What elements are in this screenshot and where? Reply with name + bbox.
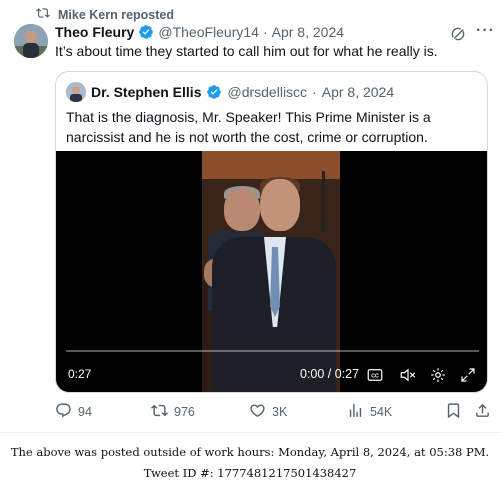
quoted-tweet[interactable]: Dr. Stephen Ellis @drsdelliscc · Apr 8, … <box>55 71 488 393</box>
heart-icon <box>249 402 266 422</box>
tweet-id-note: Tweet ID #: 1777481217501438427 <box>143 466 357 480</box>
views-chart-icon <box>347 402 364 422</box>
avatar[interactable] <box>14 24 48 58</box>
bookmark-icon <box>445 402 462 422</box>
tweet-actions: 94 976 3K 54K <box>55 402 491 422</box>
quoted-separator: · <box>312 84 317 100</box>
author-name[interactable]: Theo Fleury <box>55 24 134 40</box>
quoted-tweet-text: That is the diagnosis, Mr. Speaker! This… <box>66 109 431 145</box>
more-options-icon[interactable]: ··· <box>476 22 495 40</box>
video-frame <box>202 151 340 392</box>
repost-indicator[interactable]: Mike Kern reposted <box>36 6 174 23</box>
tweet-date[interactable]: Apr 8, 2024 <box>272 24 344 40</box>
share-icon <box>474 402 491 422</box>
repost-label: Mike Kern reposted <box>58 7 175 22</box>
divider <box>0 432 500 433</box>
quoted-author-handle[interactable]: @drsdelliscc <box>227 84 307 100</box>
mute-icon[interactable] <box>399 366 417 384</box>
quoted-tweet-header: Dr. Stephen Ellis @drsdelliscc · Apr 8, … <box>66 82 394 102</box>
repost-count: 976 <box>174 405 195 419</box>
tweet-header: Theo Fleury @TheoFleury14 · Apr 8, 2024 <box>55 24 344 40</box>
share-button[interactable] <box>474 402 491 422</box>
verified-badge-icon <box>138 24 154 40</box>
reply-button[interactable]: 94 <box>55 402 92 422</box>
captions-icon[interactable]: CC <box>366 366 384 384</box>
grok-icon[interactable] <box>449 25 467 43</box>
work-hours-note: The above was posted outside of work hou… <box>10 445 490 459</box>
like-count: 3K <box>272 405 288 419</box>
views-count: 54K <box>370 405 393 419</box>
video-progress-bar[interactable] <box>66 350 479 352</box>
author-handle[interactable]: @TheoFleury14 <box>158 24 259 40</box>
views-button[interactable]: 54K <box>347 402 392 422</box>
fullscreen-icon[interactable] <box>459 366 477 384</box>
repost-button[interactable]: 976 <box>151 402 195 422</box>
separator: · <box>262 24 268 40</box>
video-player[interactable]: 0:27 0:00 / 0:27 CC <box>56 151 487 392</box>
reply-icon <box>55 402 72 422</box>
tweet-text: It’s about time they started to call him… <box>55 43 438 59</box>
quoted-verified-badge-icon <box>206 84 222 100</box>
repost-icon <box>36 6 50 23</box>
video-time-display: 0:00 / 0:27 <box>300 367 360 381</box>
quoted-author-name[interactable]: Dr. Stephen Ellis <box>91 84 201 100</box>
bookmark-button[interactable] <box>445 402 462 422</box>
quoted-tweet-date[interactable]: Apr 8, 2024 <box>322 84 394 100</box>
video-time-remaining: 0:27 <box>68 367 92 381</box>
settings-gear-icon[interactable] <box>429 366 447 384</box>
reply-count: 94 <box>78 405 92 419</box>
like-button[interactable]: 3K <box>249 402 287 422</box>
repost-action-icon <box>151 402 168 422</box>
quoted-avatar <box>66 82 86 102</box>
svg-text:CC: CC <box>371 374 379 380</box>
